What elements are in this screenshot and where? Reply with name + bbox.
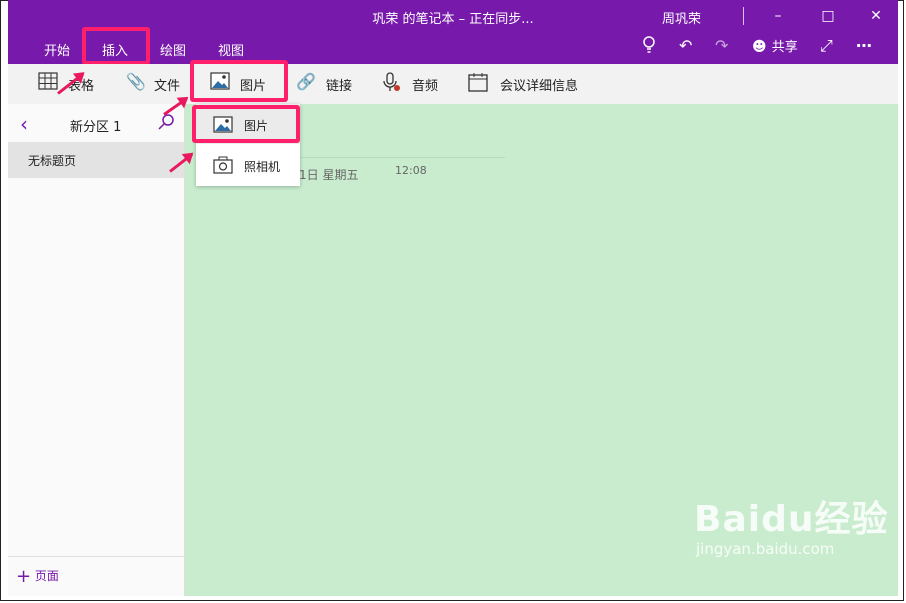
plus-icon: + [16,566,32,587]
meeting-details-button[interactable]: 会议详细信息 [500,75,578,94]
fullscreen-icon[interactable]: ⤢ [820,36,833,56]
sidebar-divider [8,556,184,557]
lightbulb-icon[interactable] [642,36,656,58]
table-icon [38,72,58,94]
page-list-item[interactable]: 无标题页 [8,142,184,178]
dropdown-item-camera[interactable]: 照相机 [196,146,300,186]
insert-toolbar: 表格 📎 文件 图片 🔗 链接 音频 会议详细信息 [8,64,898,104]
watermark-logo: Baidu经验 [694,499,889,540]
close-icon[interactable]: ✕ [861,4,891,28]
highlight-picture-button [190,60,288,102]
dropdown-camera-label: 照相机 [244,160,281,174]
insert-file-button[interactable]: 文件 [154,75,180,94]
back-icon[interactable]: ‹ [20,112,28,136]
paperclip-icon: 📎 [126,72,146,91]
user-name[interactable]: 周巩荣 [662,8,701,27]
share-label: 共享 [771,40,798,55]
sidebar: ‹ 新分区 1 无标题页 + 页面 [8,104,185,596]
tab-home[interactable]: 开始 [44,40,70,59]
microphone-icon [382,72,400,96]
add-page-button[interactable]: + 页面 [16,566,59,587]
camera-icon [213,156,233,178]
undo-icon[interactable]: ↶ [679,36,692,55]
share-button[interactable]: ☻ 共享 [752,36,798,55]
tab-draw[interactable]: 绘图 [160,40,186,59]
minimize-icon[interactable]: – [763,4,793,28]
title-separator [743,7,744,25]
calendar-icon [468,72,488,96]
insert-link-button[interactable]: 链接 [326,75,352,94]
insert-audio-button[interactable]: 音频 [412,75,438,94]
add-page-label: 页面 [34,569,59,583]
redo-icon[interactable]: ↷ [715,36,728,55]
page-title-line [297,157,505,158]
page-date: 1日 星期五 [299,168,359,182]
section-title[interactable]: 新分区 1 [70,116,121,135]
person-add-icon: ☻ [752,39,767,55]
watermark-url: jingyan.baidu.com [696,540,835,558]
baidu-watermark: Baidu经验 jingyan.baidu.com [694,499,889,559]
maximize-icon[interactable]: □ [813,4,843,28]
highlight-insert-tab [82,27,150,65]
search-icon[interactable] [158,113,176,135]
more-icon[interactable]: ⋯ [856,36,872,55]
page-title: 无标题页 [28,154,77,168]
link-icon: 🔗 [296,72,316,91]
tab-view[interactable]: 视图 [218,40,244,59]
page-time: 12:08 [395,164,427,177]
highlight-dropdown-picture [192,105,300,143]
